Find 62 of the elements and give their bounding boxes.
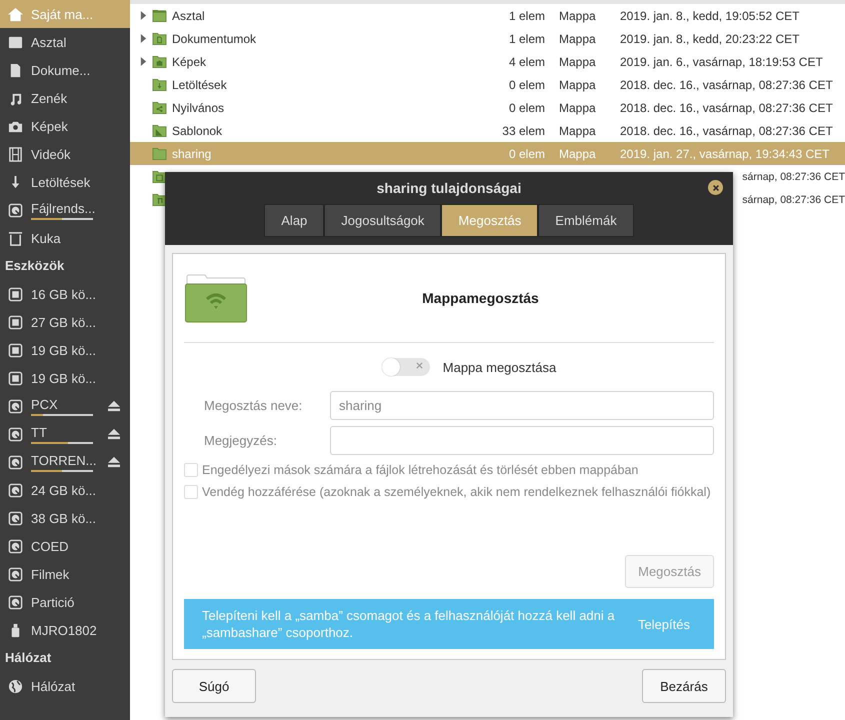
sidebar-item-label: COED: [31, 538, 70, 554]
modified-date: 2018. dec. 16., vasárnap, 08:27:36 CET: [620, 124, 833, 138]
sidebar-item-label: Filmek: [31, 566, 70, 582]
sidebar-item-label: Asztal: [31, 34, 68, 50]
sidebar-item-label: Saját ma...: [31, 6, 93, 22]
sidebar-item-label: Videók: [31, 146, 72, 162]
item-count: 1 elem: [508, 32, 545, 46]
panel-heading: Mappamegosztás: [421, 290, 540, 306]
sidebar-item-label: 19 GB kö...: [31, 370, 93, 386]
field-label: Megjegyzés:: [204, 433, 278, 448]
sidebar-item-label: Zenék: [31, 90, 68, 106]
file-type: Mappa: [559, 78, 596, 92]
modified-date: 2019. jan. 8., kedd, 19:05:52 CET: [620, 8, 800, 22]
field-label: Megosztás neve:: [204, 398, 304, 413]
info-message: Telepíteni kell a „samba” csomagot és a felhasználóját hozzá kell adni a „sambashare” csoporthoz.: [202, 607, 616, 641]
sidebar-item-label: Hálózat: [31, 678, 76, 694]
item-count: 0 elem: [508, 100, 545, 114]
sidebar-item-label: Partició: [31, 594, 76, 610]
sidebar-item-label: TORREN...: [31, 452, 93, 468]
file-name: Nyilvános: [172, 100, 224, 114]
modified-date: 2018. dec. 16., vasárnap, 08:27:36 CET: [620, 100, 833, 114]
file-name: Képek: [172, 54, 206, 68]
sidebar-item-label: Fájlrends...: [31, 200, 93, 216]
file-name: sharing: [172, 146, 212, 160]
item-count: 4 elem: [508, 54, 545, 68]
sidebar-item-label: 38 GB kö...: [31, 510, 93, 526]
item-count: 1 elem: [508, 8, 545, 22]
file-type: Mappa: [559, 146, 596, 160]
sidebar-item-label: Kuka: [31, 230, 62, 246]
modified-date: sárnap, 08:27:36 CET: [742, 170, 845, 182]
sidebar-item-label: 16 GB kö...: [31, 286, 93, 302]
file-type: Mappa: [559, 54, 596, 68]
checkbox-label: Engedélyezi mások számára a fájlok létrehozását és törlését ebben mappában: [202, 463, 638, 477]
toggle-label: Mappa megosztása: [442, 360, 556, 374]
file-type: Mappa: [559, 124, 596, 138]
file-type: Mappa: [559, 8, 596, 22]
file-name: Sablonok: [172, 124, 222, 138]
sidebar-item-label: PCX: [31, 396, 59, 412]
sidebar-section-header: Hálózat: [4, 649, 52, 667]
sidebar-item-label: 24 GB kö...: [31, 482, 93, 498]
dialog-title: sharing tulajdonságai: [376, 180, 522, 196]
modified-date: 2019. jan. 6., vasárnap, 18:19:53 CET: [620, 54, 823, 68]
modified-date: 2019. jan. 27., vasárnap, 19:34:43 CET: [620, 146, 830, 160]
modified-date: 2018. dec. 16., vasárnap, 08:27:36 CET: [620, 78, 833, 92]
sidebar-item-label: TT: [31, 424, 48, 440]
sidebar-item-label: 19 GB kö...: [31, 342, 93, 358]
file-name: Asztal: [172, 8, 205, 22]
file-name: Letöltések: [172, 78, 227, 92]
sidebar-item-label: Letöltések: [31, 174, 92, 190]
file-name: Dokumentumok: [172, 32, 256, 46]
file-type: Mappa: [559, 32, 596, 46]
modified-date: 2019. jan. 8., kedd, 20:23:22 CET: [620, 32, 800, 46]
sidebar-item-label: Dokume...: [31, 62, 92, 78]
item-count: 0 elem: [508, 146, 545, 160]
item-count: 0 elem: [508, 78, 545, 92]
modified-date: sárnap, 08:27:36 CET: [742, 194, 845, 206]
file-type: Mappa: [559, 100, 596, 114]
checkbox-label: Vendég hozzáférése (azoknak a személyeknek, akik nem rendelkeznek felhasználói fiókkal): [202, 485, 711, 499]
sidebar-section-header: Eszközök: [4, 257, 66, 275]
sidebar-item-label: 27 GB kö...: [31, 314, 93, 330]
sidebar-item-label: Képek: [31, 118, 69, 134]
item-count: 33 elem: [502, 124, 545, 138]
